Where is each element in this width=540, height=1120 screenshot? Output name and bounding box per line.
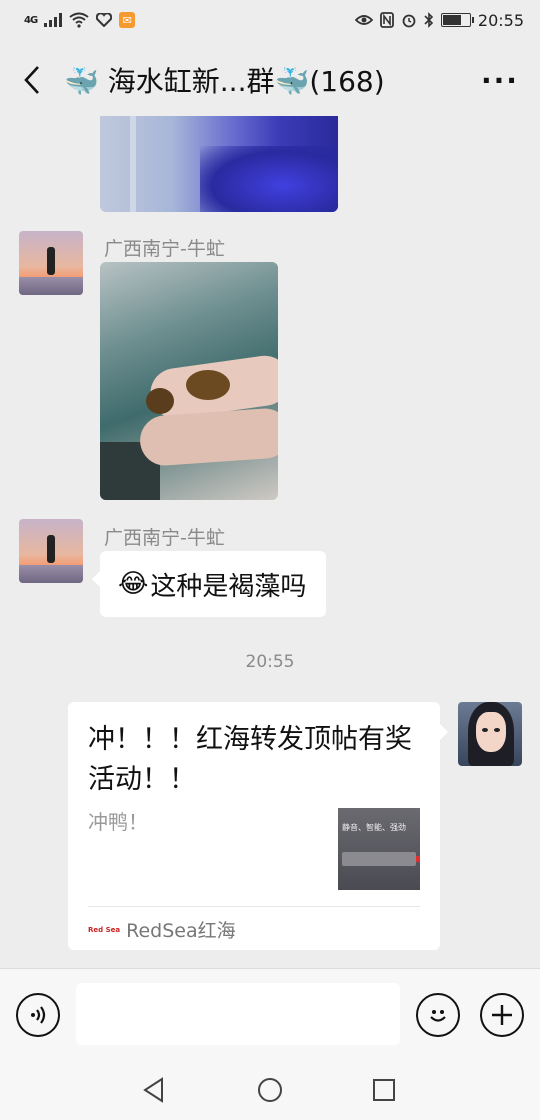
plus-icon (492, 1005, 512, 1025)
message-text: 这种是褐藻吗 (150, 571, 307, 602)
heart-icon (96, 13, 113, 27)
my-avatar[interactable] (458, 702, 522, 766)
voice-button[interactable] (16, 993, 60, 1037)
more-icon: ··· (481, 63, 519, 97)
avatar-eye (494, 728, 500, 732)
image-message[interactable] (100, 116, 338, 212)
message-input[interactable] (76, 983, 400, 1045)
link-card-source: Red Sea RedSea红海 (88, 916, 236, 943)
avatar[interactable] (19, 231, 83, 295)
network-indicator: 4G (24, 14, 38, 26)
avatar-face (476, 712, 506, 752)
input-bar (0, 968, 540, 1060)
square-recents-icon (373, 1079, 395, 1101)
nav-home-button[interactable] (254, 1074, 286, 1106)
avatar-figure (47, 247, 55, 275)
image-message[interactable] (100, 262, 278, 500)
image-detail (146, 388, 174, 414)
emoji-button[interactable] (416, 993, 460, 1037)
link-card-title: 冲！！！红海转发顶帖有奖活动！！ (88, 724, 412, 795)
redsea-logo: Red Sea (88, 925, 121, 934)
laughing-emoji: 😂 (118, 569, 149, 599)
wifi-icon (69, 12, 89, 28)
voice-icon (31, 1006, 46, 1024)
image-detail (186, 370, 230, 400)
time-stamp: 20:55 (245, 652, 295, 672)
chat-area[interactable]: 广西南宁-牛虻 广西南宁-牛虻 😂 这种是褐藻吗 20:55 冲！！！红海转发顶… (0, 116, 540, 968)
circle-home-icon (258, 1078, 282, 1102)
avatar-eye (482, 728, 488, 732)
more-functions-button[interactable] (480, 993, 524, 1037)
back-button[interactable] (0, 44, 64, 116)
bluetooth-icon (424, 12, 434, 28)
thumb-detail (416, 856, 420, 862)
avatar-bg (19, 565, 83, 583)
avatar-figure (47, 535, 55, 563)
sender-name: 广西南宁-牛虻 (104, 527, 225, 549)
status-left: 4G ✉ (24, 12, 136, 28)
status-right: 20:55 (354, 10, 524, 30)
signal-icon (44, 13, 63, 27)
chat-title: 🐳 海水缸新...群🐳(168) (64, 65, 385, 98)
image-detail (200, 146, 338, 212)
avatar[interactable] (19, 519, 83, 583)
text-message[interactable]: 😂 这种是褐藻吗 (91, 551, 327, 617)
app-notification-icon: ✉ (119, 12, 136, 28)
more-options-button[interactable]: ··· (460, 44, 540, 116)
eye-icon (354, 15, 373, 25)
smiley-icon (430, 1010, 446, 1022)
nav-back-button[interactable] (138, 1074, 170, 1106)
image-detail (130, 116, 136, 212)
link-card-message[interactable]: 冲！！！红海转发顶帖有奖活动！！ 冲鸭！ 静音、智能、强劲 Red Sea Re… (68, 702, 448, 950)
triangle-back-icon (143, 1077, 163, 1103)
nfc-icon (379, 12, 394, 28)
source-name: RedSea红海 (126, 920, 236, 942)
link-card-desc: 冲鸭！ (88, 810, 148, 834)
status-bar: 4G ✉ 20:55 (0, 0, 540, 40)
system-nav-bar (0, 1060, 540, 1120)
alarm-icon (402, 14, 416, 28)
divider (88, 906, 420, 907)
chevron-left-icon (24, 66, 39, 94)
sender-name: 广西南宁-牛虻 (104, 238, 225, 260)
avatar-bg (19, 277, 83, 295)
battery-icon (440, 13, 474, 27)
status-time: 20:55 (477, 10, 524, 30)
link-card-thumbnail: 静音、智能、强劲 (338, 808, 420, 890)
image-detail (138, 406, 278, 468)
thumb-text: 静音、智能、强劲 (342, 823, 406, 832)
chat-header: 🐳 海水缸新...群🐳(168) ··· (0, 44, 540, 116)
thumb-detail (342, 852, 416, 866)
nav-recents-button[interactable] (368, 1074, 400, 1106)
